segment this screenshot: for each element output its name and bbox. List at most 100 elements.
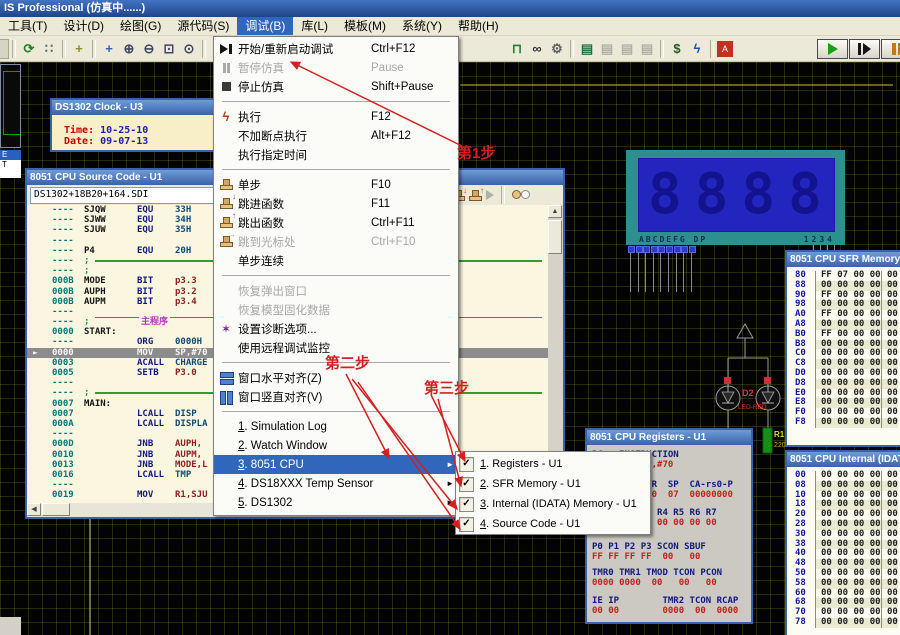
toolbar-divider — [12, 40, 16, 58]
debug-menu-item[interactable]: 停止仿真Shift+Pause — [214, 77, 458, 96]
menubar-item-tools[interactable]: 工具(T) — [0, 17, 55, 35]
zoom-out-icon[interactable]: ⊖ — [140, 39, 158, 59]
code-address: ---- — [52, 307, 74, 317]
origin-icon[interactable]: + — [70, 39, 88, 59]
grid-toggle-icon[interactable]: ∷ — [40, 39, 58, 59]
sfr-window-titlebar[interactable]: 8051 CPU SFR Memory - U1 — [787, 252, 900, 267]
sim-pause-button[interactable] — [881, 39, 900, 59]
code-operand: p3.3 — [175, 276, 197, 286]
search-icon[interactable]: ∞ — [528, 39, 546, 59]
step-out-icon[interactable]: ↑ — [469, 190, 482, 201]
refresh-sheet-icon[interactable]: ⟳ — [20, 39, 38, 59]
menu-item-shortcut: Pause — [371, 62, 454, 74]
debug-menu-item[interactable]: ↑跳出函数Ctrl+F11 — [214, 213, 458, 232]
debug-menu-item[interactable]: →跳到光标处Ctrl+F10 — [214, 232, 458, 251]
menubar-item-debug[interactable]: 调试(B) — [237, 17, 293, 35]
menubar-item-help[interactable]: 帮助(H) — [450, 17, 507, 35]
submenu-item[interactable]: ✓2. SFR Memory - U1 — [456, 474, 650, 494]
object-selected[interactable]: E — [0, 150, 21, 160]
debug-menu-item[interactable]: 4. DS18XXX Temp Sensor► — [214, 474, 458, 493]
code-address: 0007 — [52, 399, 74, 409]
step-cursor-icon: → — [218, 234, 234, 250]
title-bar[interactable]: IS Professional (仿真中......) — [0, 0, 900, 17]
code-operand: p3.4 — [175, 297, 197, 307]
debug-menu-item[interactable]: 执行指定时间 — [214, 145, 458, 164]
debug-menu-item[interactable]: 单步F10 — [214, 175, 458, 194]
bom-icon[interactable]: ▤ — [578, 39, 596, 59]
debug-menu-item[interactable]: 3. 8051 CPU► — [214, 455, 458, 474]
debug-menu-item[interactable]: ϟ执行F12 — [214, 107, 458, 126]
property-tool-icon[interactable]: ⚙ — [548, 39, 566, 59]
object-item[interactable]: T — [0, 160, 21, 170]
register-values: 0000 0000 00 00 00 — [592, 579, 751, 589]
submenu-item[interactable]: ✓3. Internal (IDATA) Memory - U1 — [456, 494, 650, 514]
menu-icon-column — [214, 79, 238, 95]
scroll-up-icon[interactable]: ▲ — [548, 205, 562, 218]
debug-menu-item[interactable]: ↓跳进函数F11 — [214, 194, 458, 213]
debug-menu-item[interactable]: 窗口竖直对齐(V) — [214, 387, 458, 406]
ares-icon[interactable]: A — [717, 41, 733, 57]
registers-window-titlebar[interactable]: 8051 CPU Registers - U1 — [587, 430, 751, 445]
menubar-item-source[interactable]: 源代码(S) — [169, 17, 237, 35]
led-screen: 8888 — [638, 158, 835, 232]
pan-icon[interactable]: + — [100, 39, 118, 59]
debug-menu-item[interactable]: 2. Watch Window — [214, 436, 458, 455]
clock-window-titlebar[interactable]: DS1302 Clock - U3 — [52, 100, 223, 115]
debug-menu-item[interactable]: ✶设置诊断选项... — [214, 319, 458, 338]
menubar-item-graph[interactable]: 绘图(G) — [112, 17, 169, 35]
zoom-all-icon[interactable]: ⊙ — [180, 39, 198, 59]
code-operand: AUPH, — [175, 439, 202, 449]
erc-icon[interactable]: ϟ — [688, 39, 706, 59]
scroll-left-icon[interactable]: ◀ — [27, 503, 41, 516]
scroll-thumb[interactable] — [42, 503, 70, 516]
code-mnemonic: MOV — [137, 490, 153, 500]
current-line-arrow-icon: ► — [33, 348, 38, 358]
menu-item-shortcut: F10 — [371, 179, 454, 191]
sidebar-corner — [0, 617, 21, 635]
comment-semicolon: ; — [84, 317, 89, 327]
source-file-select[interactable]: DS1302+18B20+164.SDI — [30, 187, 218, 204]
breakpoint-toggle-icon[interactable] — [512, 186, 530, 204]
debug-menu-item[interactable]: 5. DS1302► — [214, 493, 458, 512]
idata-window-titlebar[interactable]: 8051 CPU Internal (IDATA) Memory - U1 — [787, 452, 900, 467]
checkmark-icon: ✓ — [459, 477, 474, 492]
debug-menu-item[interactable]: 开始/重新启动调试Ctrl+F12 — [214, 39, 458, 58]
debug-menu-item[interactable]: 单步连续 — [214, 251, 458, 270]
bill-icon[interactable]: $ — [668, 39, 686, 59]
annotation-step2: 第二步 — [325, 352, 370, 373]
menubar-item-system[interactable]: 系统(Y) — [394, 17, 450, 35]
submenu-item[interactable]: ✓1. Registers - U1 — [456, 454, 650, 474]
debug-menu: 开始/重新启动调试Ctrl+F12暂停仿真Pause停止仿真Shift+Paus… — [213, 36, 459, 516]
led-display-component[interactable]: 8888 ABCDEFG DP 1234 — [626, 150, 845, 245]
debug-menu-item[interactable]: 暂停仿真Pause — [214, 58, 458, 77]
run-to-cursor-icon[interactable] — [486, 190, 494, 200]
menubar-item-library[interactable]: 库(L) — [293, 17, 336, 35]
menubar-item-design[interactable]: 设计(D) — [55, 17, 112, 35]
zoom-in-icon[interactable]: ⊕ — [120, 39, 138, 59]
menu-item-label: 跳到光标处 — [238, 234, 371, 250]
zoom-area-icon[interactable]: ⊡ — [160, 39, 178, 59]
menubar-item-template[interactable]: 模板(M) — [336, 17, 394, 35]
debug-menu-item[interactable]: 不加断点执行Alt+F12 — [214, 126, 458, 145]
menu-bar: 工具(T)设计(D)绘图(G)源代码(S)调试(B)库(L)模板(M)系统(Y)… — [0, 17, 900, 36]
object-selector[interactable]: E T — [0, 150, 21, 178]
led-pin-wire — [668, 253, 669, 292]
menu-item-label: 单步连续 — [238, 253, 371, 269]
checkmark-icon: ✓ — [459, 517, 474, 532]
menu-item-label: 5. DS1302 — [238, 497, 371, 509]
sim-play-button[interactable] — [817, 39, 848, 59]
checkmark-icon: ✓ — [459, 497, 474, 512]
doc-icon-3: ▤ — [638, 39, 656, 59]
led-pin-square — [658, 246, 665, 253]
register-values: FF FF FF FF 00 00 — [592, 553, 751, 563]
debug-menu-item[interactable]: 恢复模型固化数据 — [214, 300, 458, 319]
menu-item-label: 跳进函数 — [238, 196, 371, 212]
scroll-thumb[interactable] — [548, 220, 562, 254]
submenu-item[interactable]: ✓4. Source Code - U1 — [456, 514, 650, 534]
debug-menu-item[interactable]: 1. Simulation Log — [214, 417, 458, 436]
menu-item-label: 2. Watch Window — [238, 440, 371, 452]
overview-panel[interactable] — [0, 64, 21, 148]
wire-tool-icon[interactable]: ⊓ — [508, 39, 526, 59]
sim-step-button[interactable] — [849, 39, 880, 59]
debug-menu-item[interactable]: 恢复弹出窗口 — [214, 281, 458, 300]
